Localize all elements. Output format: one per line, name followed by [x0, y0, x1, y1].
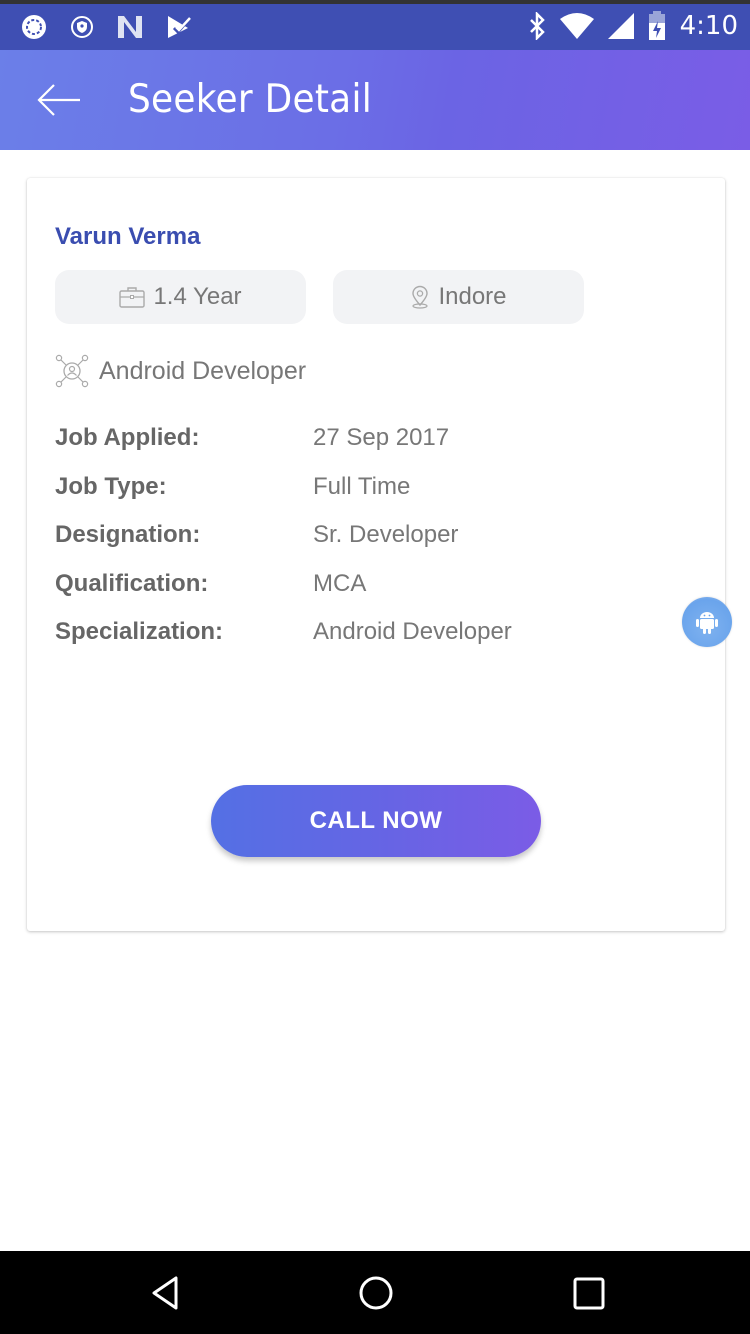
briefcase-icon: [119, 287, 146, 308]
detail-row-job-type: Job Type: Full Time: [55, 463, 512, 512]
detail-value: 27 Sep 2017: [313, 424, 450, 452]
back-triangle-icon: [152, 1276, 178, 1310]
detail-row-specialization: Specialization: Android Developer: [55, 608, 512, 657]
bluetooth-icon: [529, 12, 545, 40]
location-value: Indore: [438, 283, 507, 310]
experience-value: 1.4 Year: [153, 283, 242, 310]
detail-label: Job Applied:: [55, 424, 200, 452]
page-title: Seeker Detail: [128, 77, 372, 122]
vpn-shield-icon: [71, 16, 93, 38]
status-bar: 4:10: [0, 0, 750, 50]
seeker-name: Varun Verma: [55, 223, 201, 250]
app-bar: Seeker Detail: [0, 50, 750, 150]
detail-row-job-applied: Job Applied: 27 Sep 2017: [55, 414, 512, 463]
recents-square-icon: [573, 1277, 605, 1310]
arrow-left-icon: [37, 84, 80, 116]
detail-value: Sr. Developer: [313, 521, 459, 549]
signal-icon: [607, 13, 634, 39]
battery-charging-icon: [648, 11, 665, 40]
detail-value: Android Developer: [313, 618, 512, 646]
back-button[interactable]: [36, 80, 82, 120]
detail-label: Designation:: [55, 521, 201, 549]
experience-chip: 1.4 Year: [55, 270, 306, 324]
wifi-icon: [559, 13, 594, 39]
role-value: Android Developer: [99, 356, 307, 385]
system-nav-bar: [0, 1251, 750, 1334]
role-line: Android Developer: [55, 354, 306, 388]
nav-recents-button[interactable]: [568, 1273, 608, 1313]
nav-back-button[interactable]: [146, 1273, 186, 1313]
android-icon: [696, 612, 718, 634]
floating-android-button[interactable]: [682, 597, 732, 647]
detail-value: Full Time: [313, 472, 411, 500]
detail-label: Specialization:: [55, 618, 224, 646]
nav-home-button[interactable]: [356, 1273, 396, 1313]
detail-value: MCA: [313, 569, 367, 597]
n-app-icon: [118, 16, 142, 38]
detail-row-qualification: Qualification: MCA: [55, 560, 512, 609]
location-chip: Indore: [333, 270, 584, 324]
check-app-icon: [168, 16, 192, 38]
details-list: Job Applied: 27 Sep 2017 Job Type: Full …: [55, 414, 512, 657]
location-pin-icon: [412, 285, 429, 309]
home-circle-icon: [359, 1276, 393, 1310]
detail-label: Qualification:: [55, 569, 209, 597]
call-now-button[interactable]: CALL NOW: [211, 785, 541, 857]
clock: 4:10: [679, 11, 738, 41]
detail-row-designation: Designation: Sr. Developer: [55, 511, 512, 560]
seeker-card: Varun Verma 1.4 Year Indore Android Deve…: [27, 178, 725, 931]
detail-label: Job Type:: [55, 472, 167, 500]
network-person-icon: [55, 354, 89, 388]
sync-icon: [22, 15, 46, 39]
